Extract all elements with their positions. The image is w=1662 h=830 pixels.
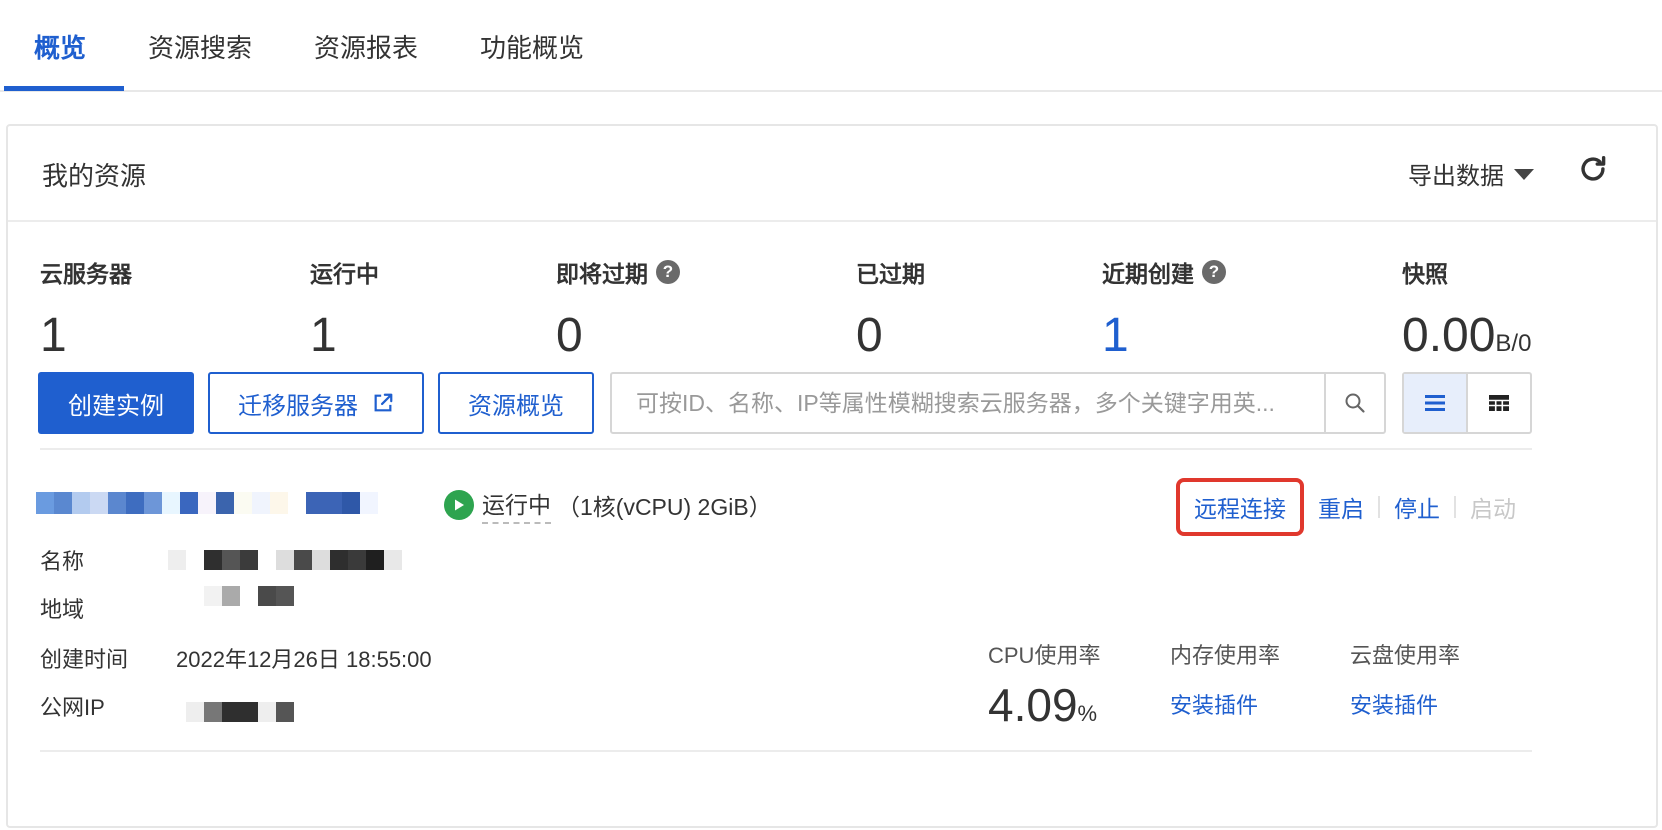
disk-usage-label: 云盘使用率 [1350, 643, 1461, 668]
external-link-icon [374, 393, 393, 412]
restart-link[interactable]: 重启 [1318, 490, 1364, 524]
created-time-value: 2022年12月26日 18:55:00 [176, 647, 432, 672]
stat-cloud-servers: 云服务器 1 [40, 256, 132, 364]
stat-value-link[interactable]: 1 [1102, 308, 1226, 364]
export-data-label: 导出数据 [1408, 163, 1504, 190]
tab-resource-search[interactable]: 资源搜索 [148, 28, 252, 92]
header-divider [8, 220, 1656, 222]
stat-label: 近期创建 [1102, 261, 1194, 287]
instance-actions: 远程连接 重启 停止 启动 [1176, 478, 1516, 536]
public-ip-masked[interactable] [186, 702, 294, 722]
disk-install-plugin-link[interactable]: 安装插件 [1350, 688, 1438, 720]
cpu-usage-number: 4.09 [988, 679, 1078, 731]
row-divider [40, 750, 1532, 752]
list-view-button[interactable] [1404, 374, 1468, 432]
remote-connect-link[interactable]: 远程连接 [1176, 478, 1304, 536]
help-icon[interactable]: ? [656, 260, 680, 284]
cpu-usage-unit: % [1077, 701, 1098, 726]
stat-value: 0 [556, 309, 583, 362]
stat-label: 云服务器 [40, 261, 132, 287]
export-data-dropdown[interactable]: 导出数据 [1408, 156, 1534, 191]
stat-snapshots: 快照 0.00B/0 [1402, 256, 1531, 372]
search-icon [1345, 393, 1365, 413]
view-toggle [1402, 372, 1532, 434]
region-label: 地域 [40, 597, 85, 622]
list-icon [1425, 395, 1445, 411]
action-separator [1378, 496, 1380, 518]
caret-down-icon [1514, 169, 1534, 180]
instance-spec: （1核(vCPU) 2GiB） [557, 494, 772, 520]
refresh-icon[interactable] [1576, 152, 1610, 186]
grid-view-button[interactable] [1468, 374, 1530, 432]
stat-running: 运行中 1 [310, 256, 379, 364]
public-ip-label: 公网IP [40, 695, 105, 720]
stop-link[interactable]: 停止 [1394, 490, 1440, 524]
list-divider [40, 448, 1532, 450]
stat-label: 即将过期 [556, 261, 648, 287]
stat-label: 已过期 [856, 261, 925, 287]
region-value-masked [204, 586, 294, 606]
memory-usage-label: 内存使用率 [1170, 643, 1281, 668]
stat-unit: B/0 [1495, 330, 1532, 357]
created-time-label: 创建时间 [40, 647, 129, 672]
search-button[interactable] [1324, 374, 1384, 432]
search-box [610, 372, 1386, 434]
resource-overview-button[interactable]: 资源概览 [438, 372, 594, 434]
my-resources-card: 我的资源 导出数据 云服务器 1 运行中 1 即将过期? 0 已过期 0 近期创… [6, 124, 1658, 828]
stat-value: 0.00 [1402, 309, 1496, 362]
stat-expiring: 即将过期? 0 [556, 256, 680, 364]
stat-label: 运行中 [310, 261, 379, 287]
top-tab-bar: 概览 资源搜索 资源报表 功能概览 [0, 0, 1662, 92]
tab-overview[interactable]: 概览 [34, 28, 86, 92]
stat-expired: 已过期 0 [856, 256, 925, 364]
cpu-usage-label: CPU使用率 [988, 643, 1101, 668]
memory-install-plugin-link[interactable]: 安装插件 [1170, 688, 1258, 720]
tab-feature-overview[interactable]: 功能概览 [480, 28, 584, 92]
tab-resource-report[interactable]: 资源报表 [314, 28, 418, 92]
name-label: 名称 [40, 549, 85, 574]
help-icon[interactable]: ? [1202, 260, 1226, 284]
stat-value: 1 [310, 309, 337, 362]
stat-recently-created: 近期创建? 1 [1102, 256, 1226, 364]
grid-icon [1489, 395, 1509, 411]
instance-status: 运行中 （1核(vCPU) 2GiB） [444, 486, 772, 524]
migrate-server-label: 迁移服务器 [238, 392, 358, 420]
running-play-icon [444, 490, 474, 520]
stat-value: 1 [40, 309, 67, 362]
create-instance-button[interactable]: 创建实例 [38, 372, 194, 434]
stat-value: 0 [856, 309, 883, 362]
stat-label: 快照 [1402, 261, 1448, 287]
cpu-usage-value: 4.09% [988, 678, 1097, 732]
search-input[interactable] [612, 374, 1324, 432]
action-separator [1454, 496, 1456, 518]
instance-name-masked [168, 550, 402, 570]
instance-id-masked[interactable] [36, 492, 396, 514]
active-tab-indicator [4, 86, 124, 91]
migrate-server-button[interactable]: 迁移服务器 [208, 372, 424, 434]
card-title: 我的资源 [42, 161, 147, 191]
start-link-disabled: 启动 [1470, 496, 1516, 522]
status-label[interactable]: 运行中 [482, 486, 551, 524]
